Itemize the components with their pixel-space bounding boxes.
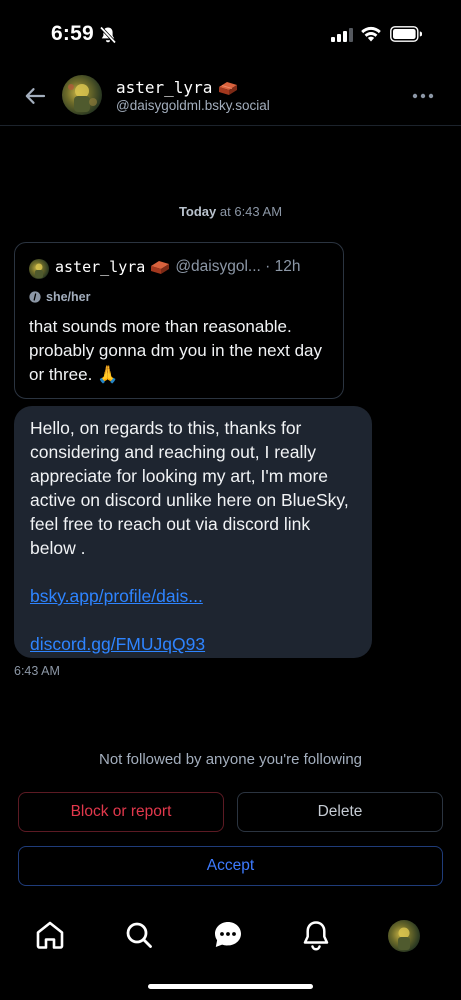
back-arrow-icon[interactable] [22,83,48,109]
message-link-discord[interactable]: discord.gg/FMUJqQ93 [30,632,356,656]
brick-emoji-icon [219,81,238,95]
avatar[interactable] [62,75,102,115]
conversation-header: aster_lyra @daisygoldml.bsky.social [0,68,461,126]
chat-icon[interactable] [211,918,245,952]
date-divider: Today at 6:43 AM [0,204,461,219]
delete-button[interactable]: Delete [237,792,443,832]
brick-emoji-icon [151,261,170,274]
info-icon [29,291,41,303]
message-bubble: Hello, on regards to this, thanks for co… [14,406,372,658]
display-name: aster_lyra [116,78,213,97]
notifications-icon[interactable] [299,918,333,952]
pronouns: she/her [46,290,91,304]
profile-avatar[interactable] [388,920,420,952]
more-options-icon[interactable] [410,86,436,106]
signal-icon [331,28,353,42]
message-link-bsky[interactable]: bsky.app/profile/dais... [30,584,356,608]
search-icon[interactable] [122,918,156,952]
embed-handle: @daisygol... · 12h [175,258,301,275]
message-timestamp: 6:43 AM [14,664,60,678]
status-bar: 6:59 [0,0,461,68]
message-text: Hello, on regards to this, thanks for co… [30,418,349,558]
wifi-icon [361,26,381,42]
embed-avatar [29,259,49,279]
bell-muted-icon [99,26,117,44]
embed-post-text: that sounds more than reasonable. probab… [29,317,322,384]
date-time: at 6:43 AM [219,204,283,219]
user-handle: @daisygoldml.bsky.social [116,98,270,113]
battery-icon [390,26,422,42]
status-time: 6:59 [51,22,94,45]
embedded-post[interactable]: aster_lyra @daisygol... · 12h she/her th… [14,242,344,399]
embed-display-name: aster_lyra [55,258,146,276]
block-or-report-button[interactable]: Block or report [18,792,224,832]
home-indicator [148,984,313,989]
accept-button[interactable]: Accept [18,846,443,886]
home-icon[interactable] [33,918,67,952]
date-day: Today [178,204,217,219]
bottom-tab-bar [0,912,461,962]
not-followed-notice: Not followed by anyone you're following [98,751,363,768]
